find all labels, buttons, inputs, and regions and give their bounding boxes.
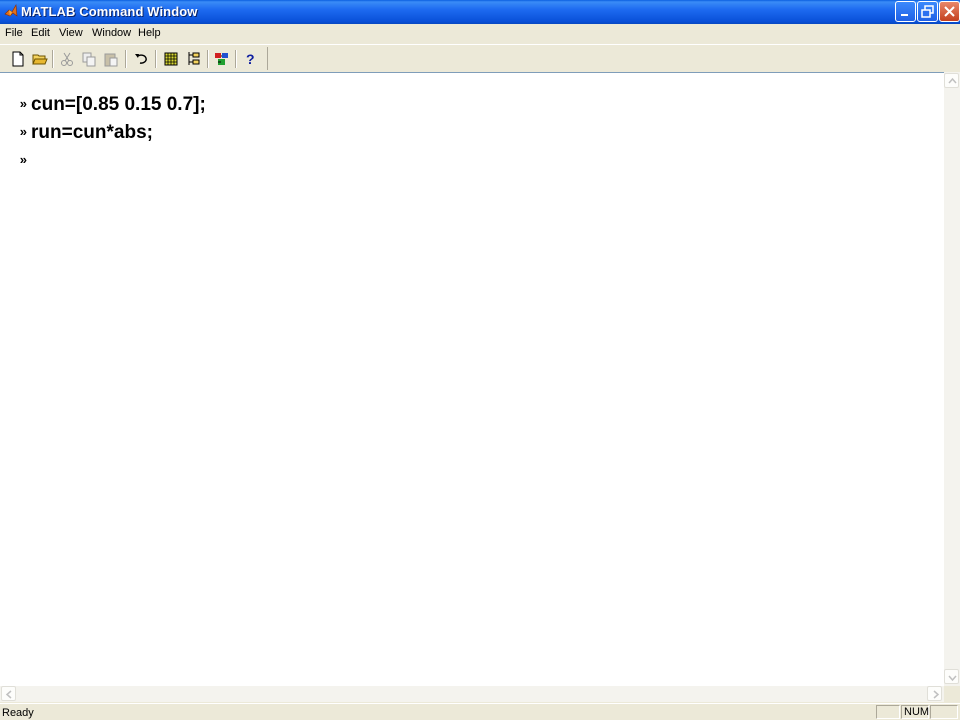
arrow-right-icon — [933, 690, 940, 699]
prompt: » — [19, 152, 28, 167]
window-title: MATLAB Command Window — [21, 4, 198, 19]
simulink-button[interactable] — [212, 49, 232, 69]
path-browser-button[interactable] — [183, 49, 203, 69]
restore-icon — [921, 5, 934, 18]
horizontal-scrollbar[interactable] — [0, 686, 944, 702]
menu-help[interactable]: Help — [138, 27, 161, 39]
cut-button[interactable] — [57, 49, 77, 69]
scroll-left-button[interactable] — [1, 686, 16, 701]
menu-view[interactable]: View — [59, 27, 83, 39]
arrow-down-icon — [948, 675, 957, 682]
arrow-up-icon — [948, 77, 957, 84]
copy-icon — [82, 52, 96, 67]
status-pane — [930, 705, 958, 719]
copy-button[interactable] — [79, 49, 99, 69]
close-button[interactable] — [939, 1, 960, 22]
status-pane — [876, 705, 900, 719]
paste-icon — [104, 53, 118, 67]
help-button[interactable]: ? — [240, 49, 260, 69]
vertical-scrollbar[interactable] — [944, 72, 960, 686]
title-bar[interactable]: MATLAB Command Window — [0, 0, 960, 24]
arrow-left-icon — [5, 690, 12, 699]
undo-button[interactable] — [131, 49, 151, 69]
restore-button[interactable] — [917, 1, 938, 22]
open-folder-icon — [32, 54, 48, 65]
path-browser-icon — [188, 52, 200, 65]
menu-window[interactable]: Window — [92, 27, 131, 39]
new-file-button[interactable] — [8, 49, 28, 69]
paste-button[interactable] — [101, 49, 121, 69]
close-icon — [944, 6, 955, 17]
scroll-down-button[interactable] — [944, 669, 959, 684]
command-text: run=cun*abs; — [31, 122, 153, 143]
menu-file[interactable]: File — [5, 27, 23, 39]
status-bar: Ready NUM — [0, 703, 960, 720]
scroll-up-button[interactable] — [944, 73, 959, 88]
open-button[interactable] — [30, 49, 50, 69]
num-lock-indicator: NUM — [901, 705, 929, 719]
status-text: Ready — [2, 707, 34, 719]
toolbar: ? — [0, 44, 960, 71]
workspace-browser-icon — [164, 52, 178, 66]
help-icon: ? — [246, 51, 255, 67]
simulink-icon — [215, 53, 228, 65]
workspace-browser-button[interactable] — [161, 49, 181, 69]
svg-text:?: ? — [246, 51, 255, 67]
scroll-corner — [944, 686, 960, 702]
scroll-right-button[interactable] — [927, 686, 942, 701]
menu-edit[interactable]: Edit — [31, 27, 50, 39]
command-line-active[interactable]: » — [2, 132, 31, 190]
undo-icon — [135, 54, 147, 64]
new-file-icon — [12, 51, 24, 67]
menu-bar: File Edit View Window Help — [0, 24, 960, 43]
matlab-logo-icon — [4, 4, 18, 17]
minimize-button[interactable] — [895, 1, 916, 22]
cut-icon — [61, 52, 73, 66]
command-window[interactable]: » cun=[0.85 0.15 0.7]; » run=cun*abs; » — [0, 72, 944, 686]
minimize-icon — [901, 14, 908, 16]
